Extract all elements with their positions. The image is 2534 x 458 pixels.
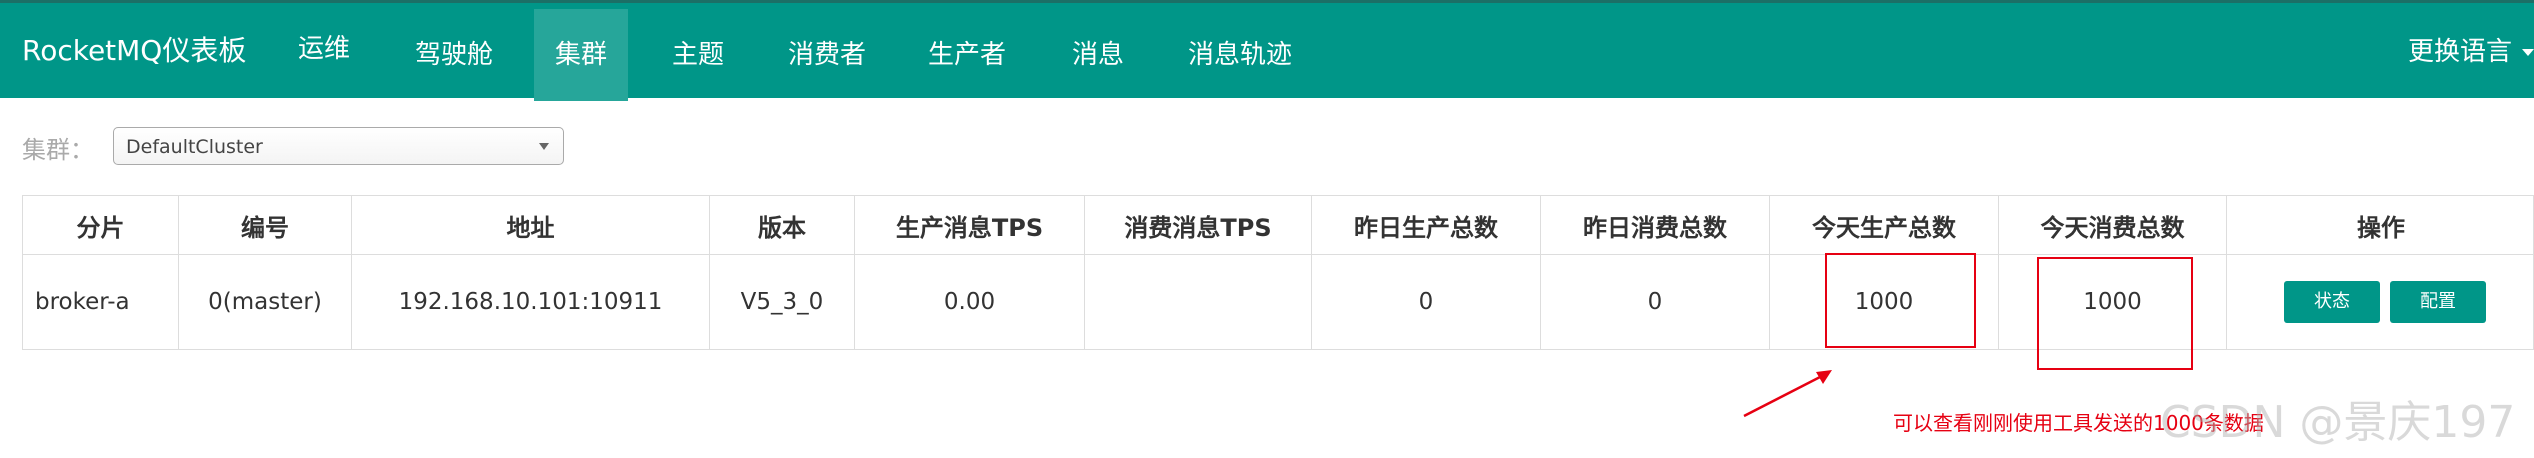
language-dropdown[interactable]: 更换语言 <box>2408 31 2534 68</box>
cluster-select[interactable]: DefaultCluster <box>113 127 564 165</box>
header-actions: 操作 <box>2357 213 2405 242</box>
cluster-filter-label: 集群： <box>22 136 94 164</box>
header-shard: 分片 <box>76 213 125 242</box>
cell-id: 0(master) <box>208 289 322 315</box>
nav-item-cluster[interactable]: 集群 <box>534 9 628 101</box>
header-id: 编号 <box>241 213 289 242</box>
cell-actions: 状态 配置 <box>2227 255 2534 349</box>
highlight-box-today-consumed <box>2037 257 2193 370</box>
header-today-produced: 今天生产总数 <box>1812 213 1956 242</box>
header-yesterday-produced: 昨日生产总数 <box>1354 213 1498 242</box>
watermark: CSDN @景庆197 <box>2160 397 2516 448</box>
cell-produce-tps: 0.00 <box>943 289 996 315</box>
header-yesterday-consumed: 昨日消费总数 <box>1583 213 1727 242</box>
header-produce-tps: 生产消息TPS <box>895 213 1044 242</box>
caret-down-icon <box>2522 49 2534 56</box>
top-navbar: RocketMQ仪表板 运维 驾驶舱 集群 主题 消费者 生产者 消息 消息轨迹… <box>0 0 2534 101</box>
cell-yesterday-produced: 0 <box>1418 289 1434 315</box>
nav-item-producer[interactable]: 生产者 <box>920 9 1014 101</box>
arrow-icon <box>1743 370 1832 418</box>
nav-item-dashboard[interactable]: 驾驶舱 <box>404 9 504 101</box>
header-address: 地址 <box>506 213 555 242</box>
config-button[interactable]: 配置 <box>2390 281 2486 323</box>
highlight-box-today-produced <box>1825 253 1976 348</box>
cell-address: 192.168.10.101:10911 <box>398 289 663 315</box>
cell-version: V5_3_0 <box>740 289 824 315</box>
status-button[interactable]: 状态 <box>2284 281 2380 323</box>
nav-item-message[interactable]: 消息 <box>1058 9 1138 101</box>
nav-item-topic[interactable]: 主题 <box>658 9 738 101</box>
chevron-down-icon <box>539 143 549 150</box>
header-today-consumed: 今天消费总数 <box>2040 213 2185 242</box>
nav-item-ops[interactable]: 运维 <box>284 9 364 89</box>
cell-consume-tps <box>1085 255 1311 349</box>
app-brand[interactable]: RocketMQ仪表板 <box>22 29 246 69</box>
cell-yesterday-consumed: 0 <box>1647 289 1663 315</box>
nav-item-consumer[interactable]: 消费者 <box>780 9 874 101</box>
cell-shard: broker-a <box>35 289 130 315</box>
language-label: 更换语言 <box>2407 37 2512 67</box>
header-version: 版本 <box>758 213 806 242</box>
cluster-select-value: DefaultCluster <box>126 136 263 158</box>
nav-item-message-trace[interactable]: 消息轨迹 <box>1180 9 1300 101</box>
header-consume-tps: 消费消息TPS <box>1124 213 1272 242</box>
